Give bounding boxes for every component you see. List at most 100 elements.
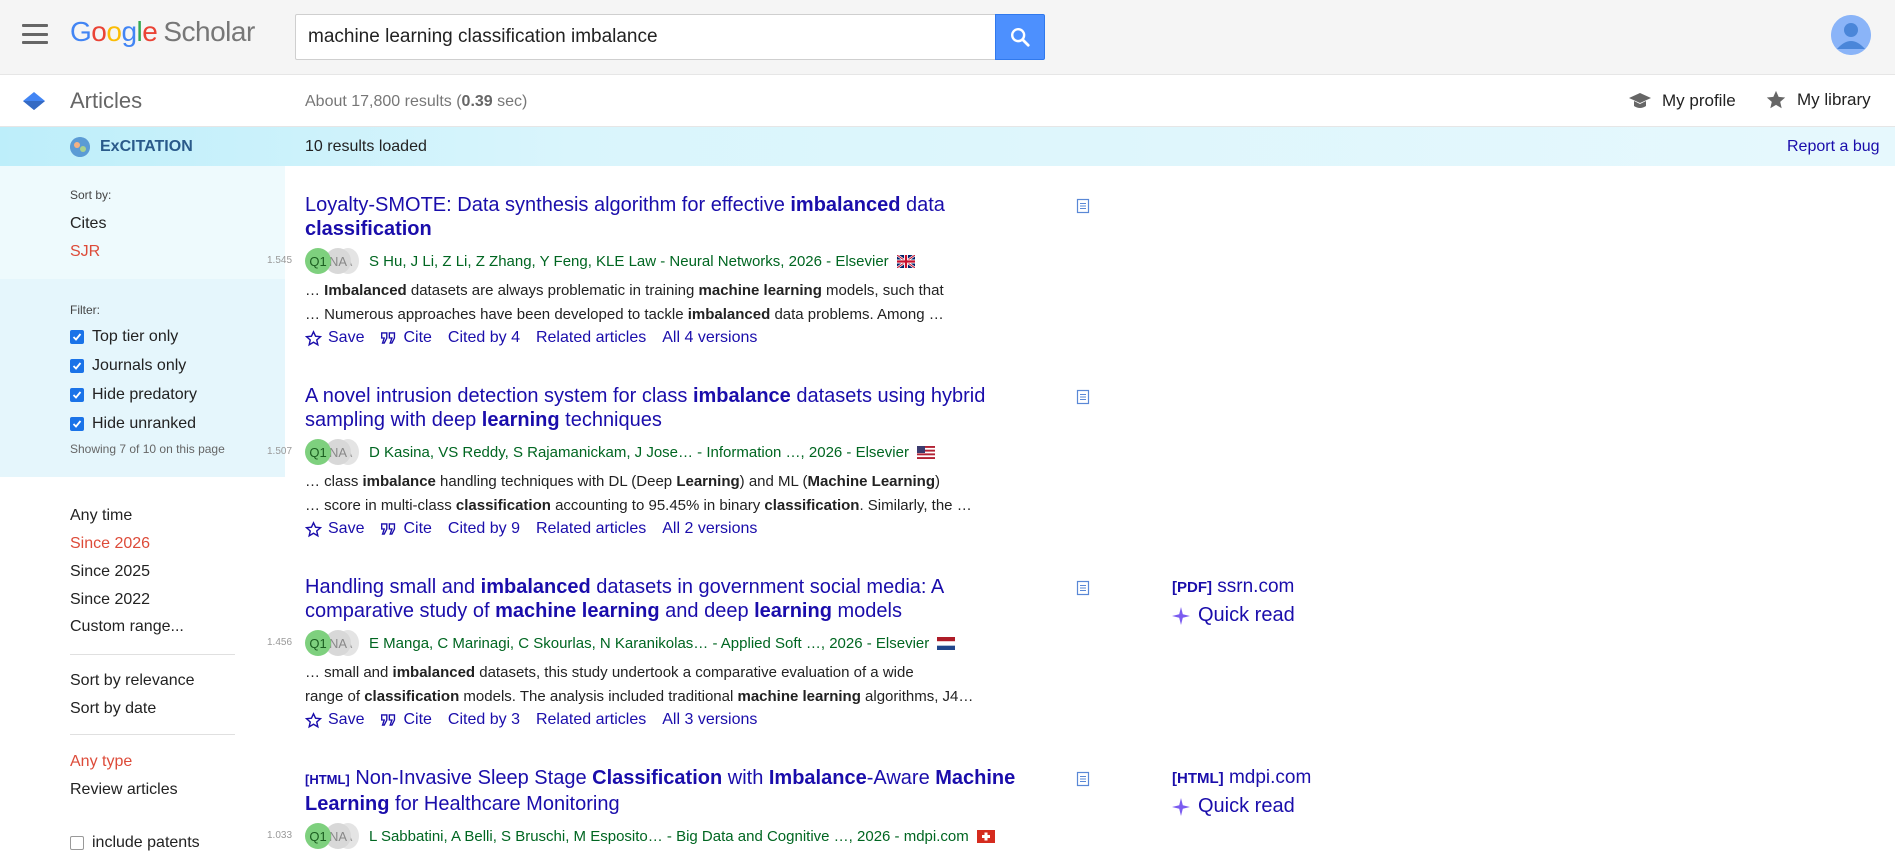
result-authors[interactable]: S Hu, J Li, Z Li, Z Zhang, Y Feng, KLE L…	[369, 253, 889, 270]
quick-read-link[interactable]: Quick read	[1172, 795, 1311, 818]
switzerland-flag-icon	[976, 829, 995, 843]
save-button[interactable]: Save	[305, 329, 364, 347]
result-authors[interactable]: L Sabbatini, A Belli, S Bruschi, M Espos…	[369, 828, 969, 845]
my-profile-link[interactable]: My profile	[1628, 89, 1736, 113]
filter-journals-only[interactable]: Journals only	[70, 357, 186, 375]
time-since-2025[interactable]: Since 2025	[70, 563, 150, 581]
graduation-cap-icon	[1629, 93, 1651, 108]
html-source-link[interactable]: [HTML] mdpi.com	[1172, 767, 1311, 789]
showing-count: Showing 7 of 10 on this page	[70, 442, 225, 456]
result-actions: Save Cite Cited by 4 Related articles Al…	[305, 329, 1705, 347]
filter-top-tier[interactable]: Top tier only	[70, 328, 178, 346]
all-versions-link[interactable]: All 3 versions	[662, 711, 757, 729]
journal-score: 1.507	[267, 446, 293, 457]
report-bug-link[interactable]: Report a bug	[1787, 138, 1880, 156]
all-versions-link[interactable]: All 2 versions	[662, 520, 757, 538]
save-button[interactable]: Save	[305, 711, 364, 729]
star-icon	[1766, 90, 1786, 109]
document-icon[interactable]	[1075, 771, 1091, 787]
star-outline-icon	[305, 711, 322, 728]
result-title-link[interactable]: [HTML] Non-Invasive Sleep Stage Classifi…	[305, 766, 1045, 816]
cited-by-link[interactable]: Cited by 3	[448, 711, 520, 729]
search-input[interactable]: machine learning classification imbalanc…	[295, 14, 996, 60]
my-library-link[interactable]: My library	[1765, 89, 1871, 111]
cite-button[interactable]: Cite	[380, 329, 432, 347]
checkbox-checked-icon[interactable]	[70, 330, 84, 344]
document-icon[interactable]	[1075, 198, 1091, 214]
result-authors[interactable]: E Manga, C Marinagi, C Skourlas, N Karan…	[369, 635, 929, 652]
time-any[interactable]: Any time	[70, 507, 132, 525]
result-meta: 1.033 Q1NAA L Sabbatini, A Belli, S Brus…	[267, 823, 1705, 849]
checkbox-checked-icon[interactable]	[70, 417, 84, 431]
related-articles-link[interactable]: Related articles	[536, 711, 646, 729]
filter-hide-unranked[interactable]: Hide unranked	[70, 415, 196, 433]
result-authors[interactable]: D Kasina, VS Reddy, S Rajamanickam, J Jo…	[369, 444, 909, 461]
document-icon[interactable]	[1075, 389, 1091, 405]
quick-read-link[interactable]: Quick read	[1172, 604, 1295, 627]
menu-icon[interactable]	[22, 24, 48, 44]
related-articles-link[interactable]: Related articles	[536, 520, 646, 538]
excitation-name: ExCITATION	[100, 138, 193, 155]
cite-button[interactable]: Cite	[380, 520, 432, 538]
sort-sjr-option[interactable]: SJR	[70, 243, 100, 261]
cited-by-link[interactable]: Cited by 9	[448, 520, 520, 538]
include-patents-toggle[interactable]: include patents	[70, 834, 200, 852]
time-custom-range[interactable]: Custom range...	[70, 618, 184, 636]
save-button[interactable]: Save	[305, 520, 364, 538]
all-versions-link[interactable]: All 4 versions	[662, 329, 757, 347]
google-scholar-logo[interactable]: Google Scholar	[70, 16, 255, 48]
result-item: Loyalty-SMOTE: Data synthesis algorithm …	[267, 193, 1705, 347]
rank-badges: Q1NAA	[305, 823, 359, 849]
document-icon[interactable]	[1075, 580, 1091, 596]
result-title-link[interactable]: Handling small and imbalanced datasets i…	[305, 575, 1045, 623]
journal-score: 1.545	[267, 255, 293, 266]
cited-by-link[interactable]: Cited by 4	[448, 329, 520, 347]
quote-icon	[381, 332, 396, 344]
results-loaded-status: 10 results loaded	[305, 138, 427, 155]
pdf-source-link[interactable]: [PDF] ssrn.com	[1172, 576, 1295, 598]
result-snippet: … class imbalance handling techniques wi…	[305, 473, 972, 514]
result-title-link[interactable]: A novel intrusion detection system for c…	[305, 384, 1045, 432]
filter-hide-predatory[interactable]: Hide predatory	[70, 386, 197, 404]
search-button[interactable]	[995, 14, 1045, 60]
star-outline-icon	[305, 520, 322, 537]
result-snippet: … small and imbalanced datasets, this st…	[305, 664, 974, 705]
divider	[70, 654, 235, 655]
type-review[interactable]: Review articles	[70, 781, 178, 799]
time-since-2022[interactable]: Since 2022	[70, 591, 150, 609]
excitation-logo-icon	[70, 137, 90, 157]
result-title-link[interactable]: Loyalty-SMOTE: Data synthesis algorithm …	[305, 193, 1045, 241]
cite-button[interactable]: Cite	[380, 711, 432, 729]
divider	[70, 734, 235, 735]
quartile-badge: Q1	[305, 630, 331, 656]
page-title: Articles	[70, 88, 143, 113]
result-item: Handling small and imbalanced datasets i…	[267, 575, 1705, 729]
type-any[interactable]: Any type	[70, 753, 132, 771]
result-meta: 1.507 Q1NAA D Kasina, VS Reddy, S Rajama…	[267, 439, 1705, 465]
top-header: Google Scholar machine learning classific…	[0, 0, 1895, 75]
sort-cites-option[interactable]: Cites	[70, 215, 106, 233]
rank-badges: Q1NAA	[305, 439, 359, 465]
result-meta: 1.545 Q1NAA S Hu, J Li, Z Li, Z Zhang, Y…	[267, 248, 1705, 274]
scholar-cap-icon	[23, 92, 45, 110]
rank-badges: Q1NAA	[305, 248, 359, 274]
left-panel: Sort by: Cites SJR Filter: Top tier only…	[0, 166, 285, 856]
sparkle-icon	[1172, 797, 1190, 816]
checkbox-checked-icon[interactable]	[70, 388, 84, 402]
quartile-badge: Q1	[305, 823, 331, 849]
time-since-2026[interactable]: Since 2026	[70, 535, 150, 553]
rank-badges: Q1NAA	[305, 630, 359, 656]
sort-by-relevance[interactable]: Sort by relevance	[70, 672, 195, 690]
us-flag-icon	[916, 445, 935, 459]
journal-score: 1.033	[267, 830, 293, 841]
avatar[interactable]	[1831, 15, 1871, 55]
related-articles-link[interactable]: Related articles	[536, 329, 646, 347]
checkbox-unchecked-icon[interactable]	[70, 836, 84, 850]
user-icon	[1831, 15, 1871, 55]
filter-label: Filter:	[70, 303, 100, 317]
quote-icon	[381, 523, 396, 535]
checkbox-checked-icon[interactable]	[70, 359, 84, 373]
result-item: A novel intrusion detection system for c…	[267, 384, 1705, 538]
results-count: About 17,800 results (0.39 sec)	[305, 93, 528, 110]
sort-by-date[interactable]: Sort by date	[70, 700, 156, 718]
